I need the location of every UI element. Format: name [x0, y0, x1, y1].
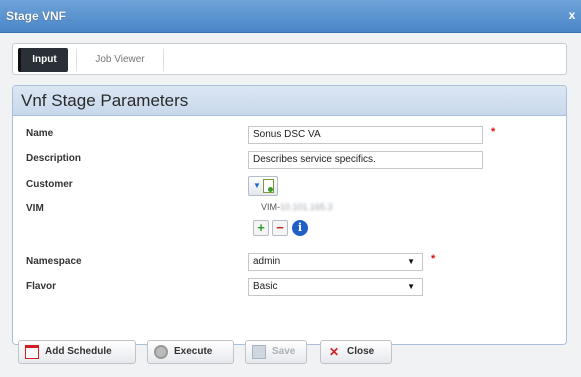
tab-input[interactable]: Input [18, 48, 68, 72]
namespace-label: Namespace [26, 256, 82, 267]
description-label: Description [26, 153, 82, 164]
name-label: Name [26, 128, 54, 139]
remove-vim-button[interactable]: − [272, 220, 288, 236]
close-button[interactable]: ✕ Close [320, 340, 392, 364]
info-icon[interactable]: i [292, 220, 308, 236]
chevron-down-icon: ▼ [253, 181, 261, 190]
window-title: Stage VNF [6, 9, 67, 23]
title-bar: Stage VNF x [0, 0, 581, 33]
customer-label: Customer [26, 179, 73, 190]
chevron-down-icon: ▼ [407, 282, 415, 291]
dialog-body: Input Job Viewer Vnf Stage Parameters Na… [0, 33, 581, 377]
save-button[interactable]: Save [245, 340, 307, 364]
panel-title: Vnf Stage Parameters [13, 86, 566, 116]
add-vim-button[interactable]: + [253, 220, 269, 236]
gear-icon [154, 345, 168, 359]
tab-bar: Input Job Viewer [12, 43, 567, 75]
description-input[interactable]: Describes service specifics. [248, 151, 483, 169]
vim-value: VIM-10.101.165.3 [261, 202, 333, 212]
flavor-select[interactable]: Basic ▼ [248, 278, 423, 296]
customer-picker-button[interactable]: ▼ [248, 176, 278, 196]
flavor-label: Flavor [26, 281, 57, 292]
close-icon: ✕ [328, 345, 340, 359]
execute-button[interactable]: Execute [147, 340, 234, 364]
namespace-select[interactable]: admin ▼ [248, 253, 423, 271]
tab-job-viewer[interactable]: Job Viewer [76, 48, 164, 72]
namespace-value: admin [253, 256, 281, 267]
vim-label: VIM [26, 203, 44, 214]
required-icon: * [431, 253, 436, 265]
disk-icon [252, 345, 266, 359]
vnf-stage-parameters-panel: Vnf Stage Parameters Name Sonus DSC VA *… [12, 85, 567, 345]
flavor-value: Basic [253, 281, 278, 292]
close-icon[interactable]: x [566, 8, 578, 22]
chevron-down-icon: ▼ [407, 257, 415, 266]
add-schedule-button[interactable]: Add Schedule [18, 340, 136, 364]
name-input[interactable]: Sonus DSC VA [248, 126, 483, 144]
required-icon: * [491, 126, 496, 138]
calendar-icon [25, 345, 39, 359]
add-page-icon [263, 179, 274, 193]
